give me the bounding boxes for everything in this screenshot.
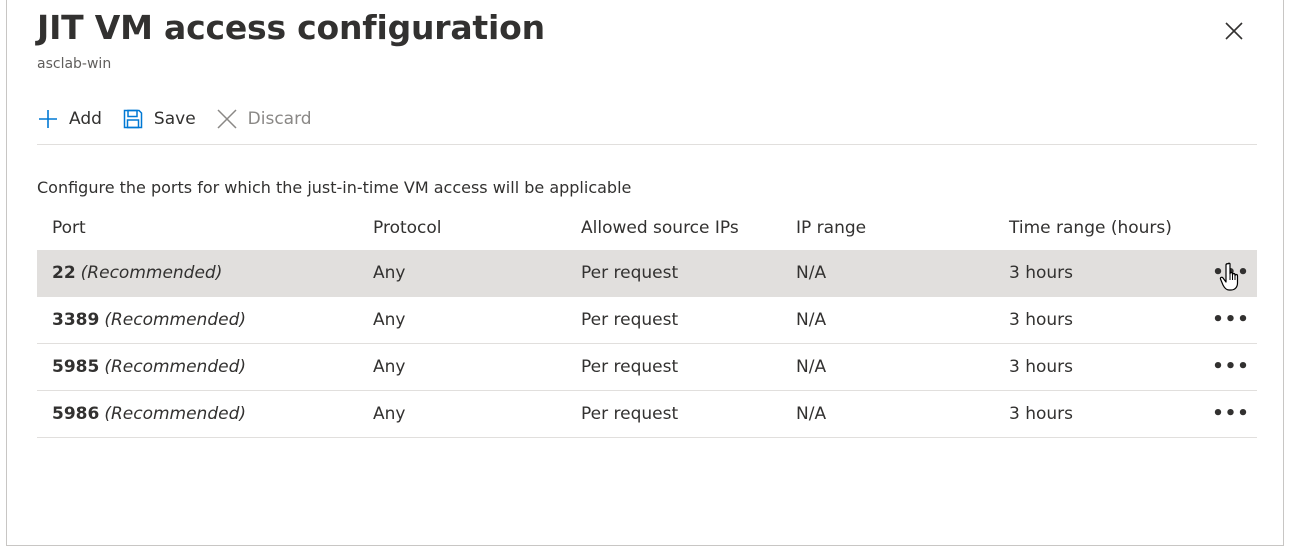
port-cell: 3389 (Recommended)	[52, 297, 246, 343]
table-row[interactable]: 22 (Recommended) Any Per request N/A 3 h…	[37, 250, 1257, 297]
time-range-cell: 3 hours	[1009, 310, 1074, 330]
port-number: 3389	[52, 310, 100, 330]
close-button[interactable]	[1223, 20, 1245, 42]
ellipsis-icon: •••	[1212, 356, 1250, 377]
column-header-port[interactable]: Port	[52, 206, 86, 250]
ellipsis-icon: •••	[1212, 403, 1250, 424]
source-ips-cell: Per request	[581, 310, 679, 330]
page-title: JIT VM access configuration	[37, 8, 545, 47]
protocol-cell: Any	[373, 404, 406, 424]
table-header: Port Protocol Allowed source IPs IP rang…	[37, 206, 1257, 250]
protocol-cell: Any	[373, 263, 406, 283]
port-number: 5986	[52, 404, 100, 424]
recommended-tag: (Recommended)	[104, 357, 247, 377]
protocol-cell: Any	[373, 357, 406, 377]
close-icon	[1225, 22, 1243, 40]
floppy-disk-icon	[123, 109, 143, 129]
table-row[interactable]: 5985 (Recommended) Any Per request N/A 3…	[37, 344, 1257, 391]
column-header-ip-range[interactable]: IP range	[796, 206, 866, 250]
source-ips-cell: Per request	[581, 357, 679, 377]
table-row[interactable]: 5986 (Recommended) Any Per request N/A 3…	[37, 391, 1257, 438]
protocol-cell: Any	[373, 310, 406, 330]
toolbar: Add Save Discard	[37, 104, 332, 134]
source-ips-cell: Per request	[581, 404, 679, 424]
save-button-label: Save	[153, 109, 196, 129]
plus-icon	[39, 110, 57, 128]
ip-range-cell: N/A	[796, 357, 827, 377]
ports-table: Port Protocol Allowed source IPs IP rang…	[37, 206, 1257, 438]
description-text: Configure the ports for which the just-i…	[37, 178, 632, 197]
save-button[interactable]: Save	[122, 108, 196, 130]
time-range-cell: 3 hours	[1009, 357, 1074, 377]
discard-button[interactable]: Discard	[216, 108, 312, 130]
recommended-tag: (Recommended)	[80, 263, 223, 283]
column-header-time-range[interactable]: Time range (hours)	[1009, 206, 1172, 250]
row-more-button[interactable]: •••	[1212, 297, 1250, 343]
add-button-label: Add	[69, 109, 102, 129]
table-row[interactable]: 3389 (Recommended) Any Per request N/A 3…	[37, 297, 1257, 344]
jit-config-panel: JIT VM access configuration asclab-win A…	[6, 0, 1284, 546]
source-ips-cell: Per request	[581, 263, 679, 283]
column-header-protocol[interactable]: Protocol	[373, 206, 442, 250]
port-cell: 5986 (Recommended)	[52, 391, 246, 437]
hand-pointer-cursor-icon	[1219, 262, 1239, 291]
port-cell: 5985 (Recommended)	[52, 344, 246, 390]
x-icon	[217, 109, 237, 129]
time-range-cell: 3 hours	[1009, 404, 1074, 424]
recommended-tag: (Recommended)	[104, 404, 247, 424]
ip-range-cell: N/A	[796, 263, 827, 283]
port-number: 5985	[52, 357, 100, 377]
port-number: 22	[52, 263, 76, 283]
port-cell: 22 (Recommended)	[52, 250, 222, 296]
toolbar-divider	[37, 144, 1257, 145]
ellipsis-icon: •••	[1212, 309, 1250, 330]
column-header-allowed-source-ips[interactable]: Allowed source IPs	[581, 206, 739, 250]
time-range-cell: 3 hours	[1009, 263, 1074, 283]
recommended-tag: (Recommended)	[104, 310, 247, 330]
row-more-button[interactable]: •••	[1212, 391, 1250, 437]
page-subtitle: asclab-win	[37, 56, 112, 72]
row-more-button[interactable]: •••	[1212, 344, 1250, 390]
ip-range-cell: N/A	[796, 310, 827, 330]
discard-button-label: Discard	[247, 109, 312, 129]
add-button[interactable]: Add	[37, 108, 102, 130]
ip-range-cell: N/A	[796, 404, 827, 424]
